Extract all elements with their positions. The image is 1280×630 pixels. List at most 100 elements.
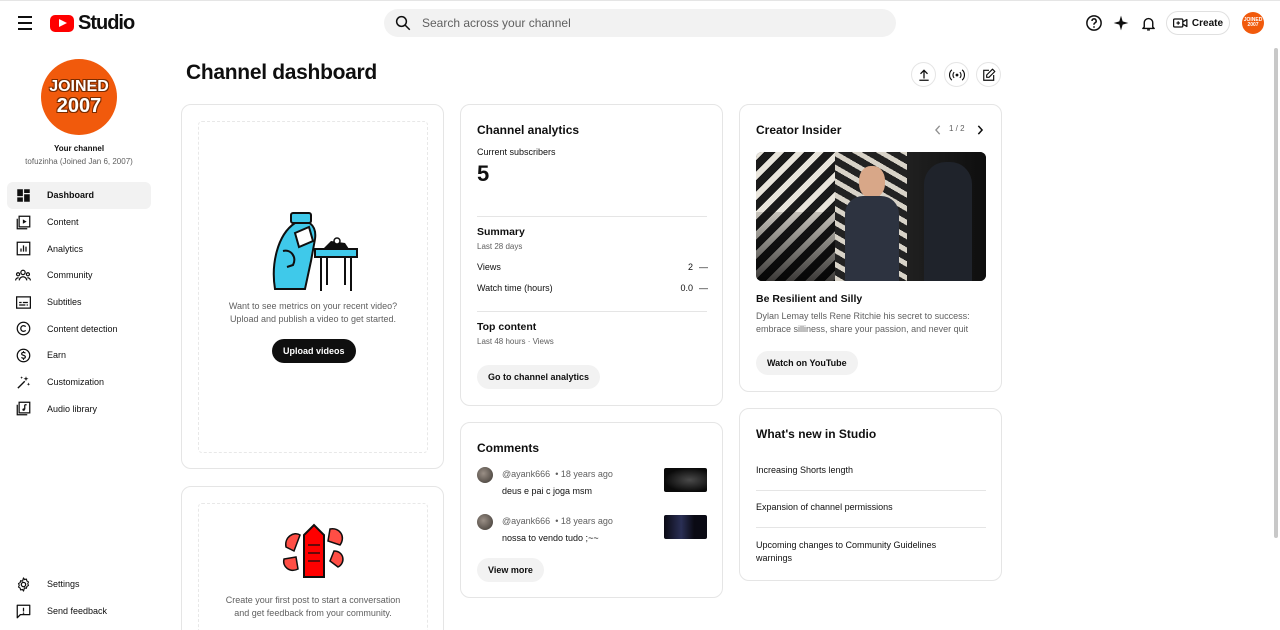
sidebar-item-community[interactable]: Community (7, 262, 151, 289)
divider (756, 527, 986, 528)
search-input[interactable] (422, 16, 862, 30)
next-arrow-icon[interactable] (972, 123, 988, 137)
sidebar-item-customization[interactable]: Customization (7, 369, 151, 396)
comment-author: @ayank666 • 18 years ago (502, 516, 613, 526)
sidebar-item-content-detection[interactable]: Content detection (7, 315, 151, 342)
youtube-logo-icon (50, 15, 74, 32)
your-channel-label: Your channel (53, 144, 105, 153)
pager: 1 / 2 (949, 124, 965, 133)
create-label: Create (1191, 17, 1224, 29)
audio-library-icon (15, 401, 31, 417)
account-avatar[interactable]: JOINED 2007 (1242, 12, 1264, 34)
upload-videos-button[interactable]: Upload videos (272, 339, 356, 363)
dashboard-icon (15, 187, 31, 203)
search-bar[interactable] (384, 9, 896, 37)
studio-logo[interactable]: Studio (50, 12, 135, 35)
help-icon[interactable] (1084, 13, 1104, 33)
copyright-icon (15, 321, 31, 337)
content-icon (15, 214, 31, 230)
sidebar-item-send-feedback[interactable]: Send feedback (7, 598, 151, 625)
view-more-button[interactable]: View more (477, 558, 544, 582)
community-icon (15, 267, 31, 283)
sidebar-item-analytics[interactable]: Analytics (7, 235, 151, 262)
video-thumbnail[interactable] (664, 515, 707, 539)
create-post-button[interactable] (976, 62, 1001, 87)
channel-avatar[interactable]: JOINED 2007 (41, 59, 117, 135)
sidebar-nav: Dashboard Content Analytics Community Su… (7, 182, 151, 422)
live-icon (948, 68, 965, 81)
create-video-icon (1172, 18, 1188, 28)
magic-wand-icon (15, 374, 31, 390)
sparkle-icon[interactable] (1111, 13, 1131, 33)
go-to-analytics-button[interactable]: Go to channel analytics (477, 365, 601, 389)
list-item[interactable]: Upcoming changes to Community Guidelines… (756, 539, 956, 565)
logo-text: Studio (78, 12, 135, 34)
views-label: Views (477, 262, 501, 272)
upload-video-card: Want to see metrics on your recent video… (181, 104, 444, 469)
summary-period: Last 28 days (477, 242, 523, 251)
video-description: Dylan Lemay tells Rene Ritchie his secre… (756, 311, 970, 334)
watch-time-label: Watch time (hours) (477, 283, 553, 293)
sidebar-item-settings[interactable]: Settings (7, 571, 151, 598)
creator-insider-card: Creator Insider 1 / 2 Be Resilient and S… (739, 104, 1002, 392)
menu-icon[interactable] (14, 12, 36, 34)
divider (477, 311, 707, 312)
divider (477, 216, 707, 217)
microscope-illustration-icon (272, 212, 358, 291)
page-scrollbar[interactable] (1274, 48, 1278, 538)
views-value: 2 (687, 262, 693, 272)
channel-analytics-card: Channel analytics Current subscribers 5 … (460, 104, 723, 406)
divider (756, 490, 986, 491)
list-item[interactable]: Increasing Shorts length (756, 465, 853, 475)
list-item[interactable]: Expansion of channel permissions (756, 502, 893, 512)
commenter-avatar[interactable] (477, 514, 493, 530)
comment-text: deus e pai c joga msm (502, 486, 593, 496)
comment-author: @ayank666 • 18 years ago (502, 469, 613, 479)
video-thumbnail[interactable] (664, 468, 707, 492)
top-content-period: Last 48 hours · Views (477, 337, 554, 346)
commenter-avatar[interactable] (477, 467, 493, 483)
watch-on-youtube-button[interactable]: Watch on YouTube (756, 351, 858, 375)
sidebar-item-earn[interactable]: Earn (7, 342, 151, 369)
top-content-title: Top content (477, 321, 537, 333)
upload-icon (918, 68, 929, 81)
comments-card: Comments @ayank666 • 18 years ago deus e… (460, 422, 723, 598)
subscribers-label: Current subscribers (477, 147, 556, 157)
create-button[interactable]: Create (1166, 11, 1230, 35)
sidebar: JOINED 2007 Your channel tofuzinha (Join… (0, 44, 160, 630)
subtitles-icon (15, 294, 31, 310)
views-trend: — (699, 262, 708, 272)
video-thumbnail[interactable] (756, 152, 986, 281)
upload-message: Want to see metrics on your recent video… (228, 301, 398, 324)
sidebar-item-subtitles[interactable]: Subtitles (7, 289, 151, 316)
go-live-button[interactable] (944, 62, 969, 87)
sidebar-item-content[interactable]: Content (7, 209, 151, 236)
sidebar-item-dashboard[interactable]: Dashboard (7, 182, 151, 209)
edit-icon (982, 68, 995, 81)
comment-text: nossa to vendo tudo ;~~ (502, 533, 599, 543)
comments-title: Comments (477, 441, 540, 455)
summary-title: Summary (477, 226, 525, 238)
channel-name-joined: tofuzinha (Joined Jan 6, 2007) (25, 157, 133, 166)
previous-arrow-icon[interactable] (930, 123, 946, 137)
page-title: Channel dashboard (186, 61, 377, 84)
creator-insider-title: Creator Insider (756, 123, 842, 137)
notifications-icon[interactable] (1138, 13, 1158, 33)
create-post-card: Create your first post to start a conver… (181, 486, 444, 630)
dollar-icon (15, 347, 31, 363)
video-title[interactable]: Be Resilient and Silly (756, 293, 862, 305)
analytics-title: Channel analytics (477, 123, 580, 137)
feedback-icon (15, 603, 31, 619)
top-bar: Studio Create JOINED 2007 (0, 0, 1280, 44)
upload-button[interactable] (911, 62, 936, 87)
post-message: Create your first post to start a conver… (225, 595, 401, 618)
watch-time-trend: — (699, 283, 708, 293)
search-icon (395, 15, 411, 31)
whats-new-card: What's new in Studio Increasing Shorts l… (739, 408, 1002, 581)
subscribers-value: 5 (477, 161, 490, 186)
sidebar-bottom-nav: Settings Send feedback (7, 571, 151, 624)
megaphone-illustration-icon (282, 523, 344, 578)
sidebar-item-audio-library[interactable]: Audio library (7, 396, 151, 423)
analytics-icon (15, 241, 31, 257)
watch-time-value: 0.0 (680, 283, 693, 293)
